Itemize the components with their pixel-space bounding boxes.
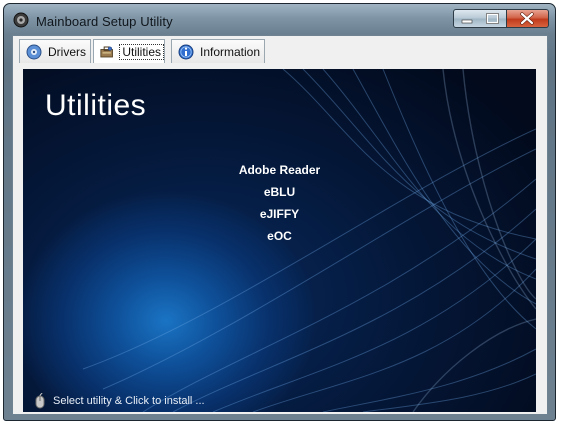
tab-utilities-label: Utilities [119,43,164,60]
tab-information-label: Information [200,44,261,59]
maximize-icon [486,13,499,24]
tab-utilities[interactable]: Utilities [93,39,165,63]
status-bar: Select utility & Click to install ... [35,393,205,409]
tab-drivers-label: Drivers [48,44,86,59]
minimize-button[interactable] [453,9,481,28]
tab-strip: Drivers Utilities Information [13,36,547,66]
status-text: Select utility & Click to install ... [53,395,205,407]
maximize-button[interactable] [480,9,507,28]
page-heading: Utilities [45,89,147,122]
mouse-icon [35,393,45,409]
close-icon [520,12,534,25]
utility-item[interactable]: Adobe Reader [235,159,324,181]
utilities-panel: Utilities Adobe Reader eBLU eJIFFY eOC S… [23,69,536,412]
client-area: Drivers Utilities Information Utilities … [12,35,548,415]
app-icon [13,12,29,28]
close-button[interactable] [507,9,549,28]
utility-item[interactable]: eJIFFY [256,203,303,225]
utility-item[interactable]: eOC [263,225,296,247]
tab-information[interactable]: Information [171,39,265,63]
gear-disc-icon [26,44,42,59]
info-icon [178,44,194,59]
title-bar[interactable]: Mainboard Setup Utility [4,4,555,36]
minimize-icon [461,19,473,24]
utility-item[interactable]: eBLU [260,181,299,203]
tab-drivers[interactable]: Drivers [19,39,91,63]
toolbox-icon [100,46,113,57]
window-title: Mainboard Setup Utility [36,14,173,29]
utility-list: Adobe Reader eBLU eJIFFY eOC [23,159,536,247]
app-window: Mainboard Setup Utility Drivers Utilitie… [3,3,556,421]
